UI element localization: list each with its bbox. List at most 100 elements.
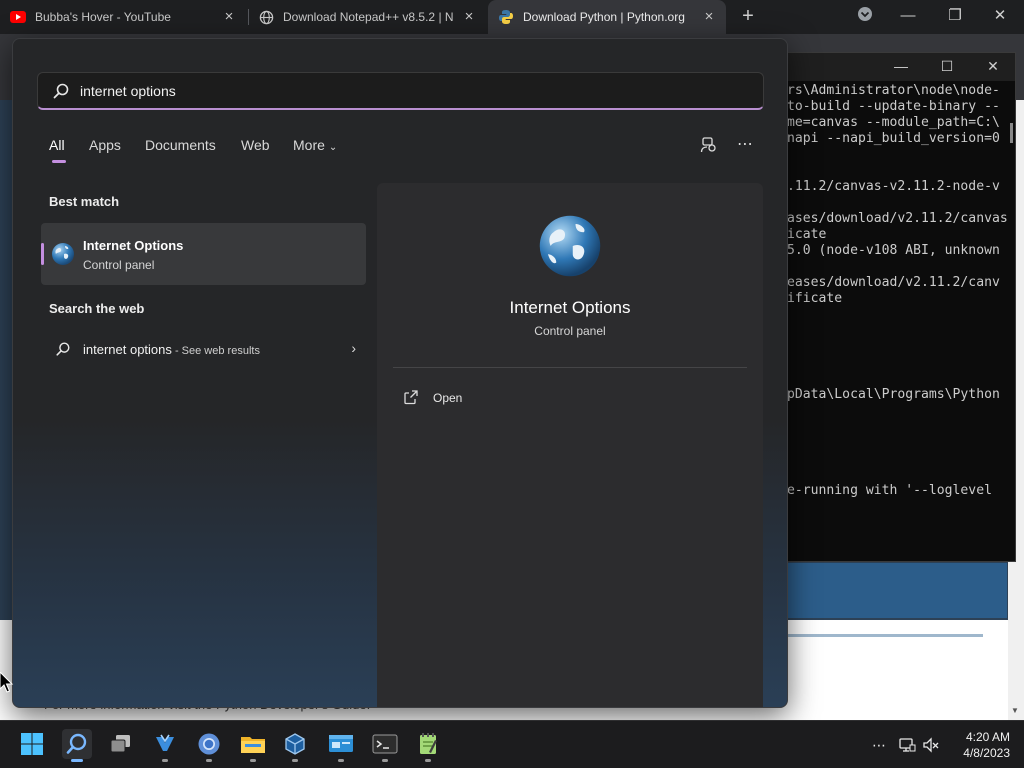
running-indicator [206,759,212,762]
tab-python[interactable]: Download Python | Python.org × [488,0,726,34]
terminal-line: napi --napi_build_version=0 [787,131,1000,146]
best-match-result[interactable]: Internet Options Control panel [41,223,366,285]
search-icon [53,83,69,99]
tab-web[interactable]: Web [241,137,270,153]
open-label: Open [433,391,463,405]
active-indicator [71,759,83,762]
taskbar-chrome[interactable] [194,729,224,762]
taskbar-app[interactable] [150,729,180,762]
tab-all[interactable]: All [49,137,65,153]
close-tab-icon[interactable]: × [222,9,236,24]
detail-divider [393,367,747,368]
search-input[interactable]: internet options [37,72,764,110]
taskbar-app-window[interactable] [326,729,356,762]
terminal-output: rs\Administrator\node\node-to-build --up… [787,83,1009,503]
tab-apps[interactable]: Apps [89,137,121,153]
running-indicator [338,759,344,762]
best-match-heading: Best match [49,194,120,209]
terminal-line: to-build --update-binary -- [787,99,1000,114]
minimize-icon[interactable]: — [898,6,918,26]
terminal-scrollbar[interactable] [1010,123,1013,143]
minimize-icon[interactable]: — [893,58,909,74]
taskbar-file-explorer[interactable] [238,729,268,762]
notepadpp-icon [420,733,437,754]
task-view-button[interactable] [106,729,136,759]
file-explorer-icon [241,737,265,753]
internet-options-globe-icon [539,215,601,277]
clock-date: 4/8/2023 [963,746,1010,760]
terminal-line: pData\Local\Programs\Python [787,387,1000,402]
terminal-icon [372,734,398,754]
restore-icon[interactable]: ❐ [945,6,965,26]
share-devices-icon[interactable] [699,136,719,156]
tab-title: Download Python | Python.org [523,10,685,24]
tab-search-dropdown-icon[interactable] [855,6,875,26]
scroll-down-icon[interactable]: ▼ [1011,706,1019,715]
taskbar-virtualbox[interactable] [280,729,310,762]
running-indicator [292,759,298,762]
app-icon [156,734,174,751]
page-divider [787,634,983,637]
running-indicator [162,759,168,762]
network-icon[interactable] [898,737,916,753]
start-search-flyout: internet options All Apps Documents Web … [12,38,788,708]
close-icon[interactable]: ✕ [985,58,1001,75]
tab-title: Bubba's Hover - YouTube [35,10,171,24]
best-match-subtitle: Control panel [83,258,155,272]
youtube-icon [10,9,26,25]
more-options-icon[interactable]: ⋯ [735,136,755,156]
show-hidden-icons-icon[interactable]: ⋯ [870,737,888,753]
terminal-line: 5.0 (node-v108 ABI, unknown [787,243,1000,258]
running-indicator [382,759,388,762]
task-view-icon [110,735,130,753]
tab-title: Download Notepad++ v8.5.2 | N [283,10,454,24]
system-clock[interactable]: 4:20 AM 4/8/2023 [950,729,1010,761]
chevron-down-icon: ⌄ [328,142,338,153]
new-tab-button[interactable]: + [738,6,758,26]
tab-more[interactable]: More ⌄ [293,137,337,153]
chrome-icon [198,733,220,755]
windows-logo-icon [21,733,43,755]
python-icon [498,9,514,25]
taskbar-notepadpp[interactable] [413,729,443,762]
detail-title: Internet Options [509,298,631,317]
start-button[interactable] [17,729,47,759]
search-web-heading: Search the web [49,301,145,316]
tab-more-label: More [293,137,325,153]
selection-indicator [41,243,44,265]
terminal-title-bar[interactable]: — ☐ ✕ [779,53,1015,81]
tab-notepadpp[interactable]: Download Notepad++ v8.5.2 | N × [258,0,486,34]
close-tab-icon[interactable]: × [462,9,476,24]
browser-tab-strip: Bubba's Hover - YouTube × Download Notep… [0,0,1024,34]
tab-documents[interactable]: Documents [145,137,216,153]
virtualbox-icon [285,733,305,755]
taskbar: ⋯ 4:20 AM 4/8/2023 [0,720,1024,768]
close-window-icon[interactable]: ✕ [990,6,1010,26]
tab-divider [248,9,249,25]
search-icon [66,733,87,754]
terminal-line: me=canvas --module_path=C:\ [787,115,1000,130]
web-search-result[interactable]: internet options - See web results › [41,331,366,369]
clock-time: 4:20 AM [965,730,1010,744]
detail-subtitle: Control panel [534,324,606,338]
terminal-window[interactable]: — ☐ ✕ rs\Administrator\node\node-to-buil… [778,52,1016,562]
globe-icon [258,9,274,25]
close-tab-icon[interactable]: × [702,9,716,24]
terminal-line: icate [787,227,827,242]
taskbar-search-button[interactable] [62,729,92,762]
open-external-icon [404,390,418,405]
terminal-line: eases/download/v2.11.2/canv [787,275,1000,290]
app-window-icon [329,735,353,752]
web-result-suffix: - See web results [171,345,260,357]
search-query[interactable]: internet options [80,83,176,99]
best-match-title: Internet Options [83,238,184,253]
chevron-right-icon[interactable]: › [351,340,356,356]
volume-muted-icon[interactable] [922,737,940,753]
taskbar-terminal[interactable] [370,729,400,762]
terminal-line: .11.2/canvas-v2.11.2-node-v [787,179,1000,194]
maximize-icon[interactable]: ☐ [939,58,955,75]
open-action[interactable]: Open [393,383,747,413]
running-indicator [250,759,256,762]
terminal-line: e-running with '--loglevel [787,483,992,498]
tab-youtube[interactable]: Bubba's Hover - YouTube × [10,0,246,34]
